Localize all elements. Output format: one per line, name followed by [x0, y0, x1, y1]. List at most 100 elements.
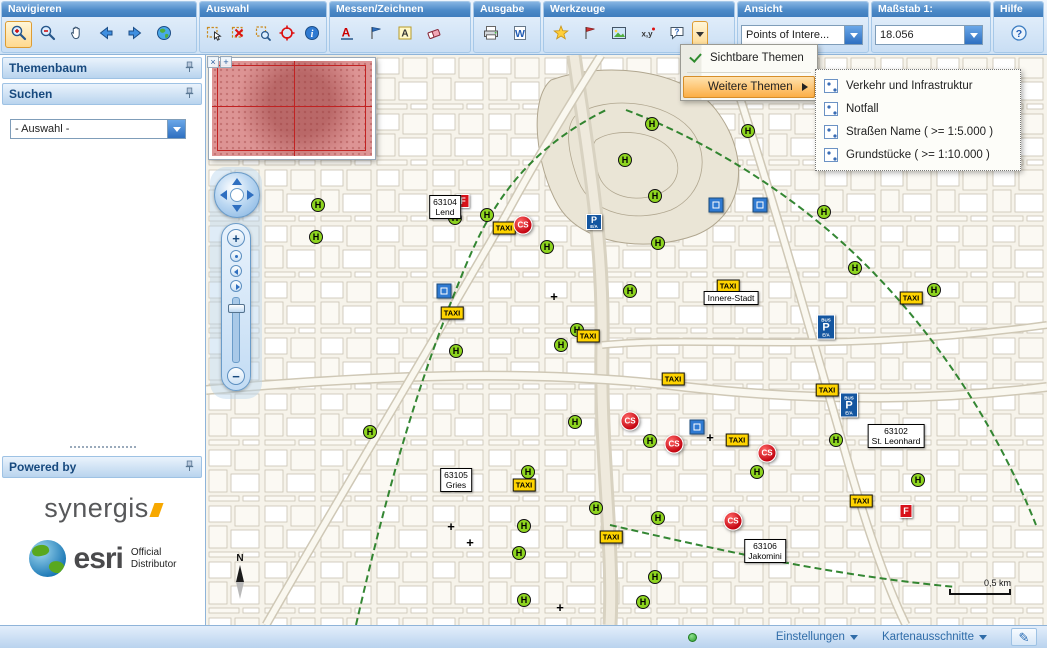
submenu-item-strassen-name[interactable]: Straßen Name ( >= 1:5.000 )	[818, 120, 1018, 143]
overview-extent-box[interactable]	[217, 65, 366, 151]
sidebar-resize-grip[interactable]	[70, 446, 136, 448]
map-marker-taxi[interactable]: TAXI	[493, 222, 516, 235]
edit-redlining-button[interactable]: ✎	[1011, 628, 1037, 646]
map-marker-label[interactable]: 63106Jakomini	[744, 539, 786, 563]
map-marker-h[interactable]: H	[648, 189, 662, 203]
pan-control[interactable]	[214, 172, 260, 218]
dropdown-arrow-icon[interactable]	[167, 120, 185, 138]
map-marker-h[interactable]: H	[741, 124, 755, 138]
sidebar-panel-suchen[interactable]: Suchen	[2, 83, 202, 105]
pin-icon[interactable]	[184, 460, 195, 475]
help-button[interactable]: ?	[1005, 21, 1032, 48]
map-marker-h[interactable]: H	[817, 205, 831, 219]
zoom-dot-button[interactable]	[230, 250, 242, 262]
submenu-item-notfall[interactable]: Notfall	[818, 97, 1018, 120]
map-marker-sq[interactable]	[690, 420, 705, 435]
pan-north-icon[interactable]	[232, 178, 242, 185]
map-marker-h[interactable]: H	[643, 434, 657, 448]
pan-south-icon[interactable]	[232, 205, 242, 212]
zoom-out-button[interactable]	[34, 21, 61, 48]
map-marker-cs[interactable]: CS	[621, 412, 640, 431]
info-button[interactable]: i	[301, 21, 323, 48]
map-marker-h[interactable]: H	[589, 501, 603, 515]
zoom-in-control-button[interactable]: +	[227, 229, 245, 247]
map-marker-sq[interactable]	[753, 198, 768, 213]
submenu-item-verkehr[interactable]: Verkehr und Infrastruktur	[818, 74, 1018, 97]
map-marker-h[interactable]: H	[623, 284, 637, 298]
map-marker-taxi[interactable]: TAXI	[900, 292, 923, 305]
map-marker-h[interactable]: H	[363, 425, 377, 439]
menu-item-sichtbare-themen[interactable]: Sichtbare Themen	[683, 47, 815, 69]
map-marker-h[interactable]: H	[829, 433, 843, 447]
zoom-slider-handle[interactable]	[228, 304, 245, 313]
poi-select[interactable]: Points of Intere...	[741, 25, 863, 45]
zoom-out-control-button[interactable]: −	[227, 367, 245, 385]
map-marker-taxi[interactable]: TAXI	[726, 434, 749, 447]
map-marker-cross[interactable]: +	[550, 292, 558, 302]
map-marker-pbus[interactable]: BUSPE/A	[840, 393, 858, 418]
image-button[interactable]	[605, 21, 632, 48]
map-marker-h[interactable]: H	[521, 465, 535, 479]
map-marker-h[interactable]: H	[911, 473, 925, 487]
clear-selection-button[interactable]	[227, 21, 249, 48]
redline-flag-button[interactable]	[576, 21, 603, 48]
map-marker-h[interactable]: H	[568, 415, 582, 429]
map-marker-h[interactable]: H	[517, 593, 531, 607]
map-marker-cs[interactable]: CS	[514, 216, 533, 235]
map-marker-h[interactable]: H	[848, 261, 862, 275]
map-marker-label[interactable]: Innere-Stadt	[704, 291, 759, 305]
pin-icon[interactable]	[184, 87, 195, 102]
map-marker-p[interactable]: PE/A	[586, 214, 602, 230]
map-extents-menu[interactable]: Kartenausschnitte	[882, 630, 987, 644]
measure-label-button[interactable]: A	[333, 21, 360, 48]
map-marker-label[interactable]: 63104Lend	[429, 195, 461, 219]
dropdown-arrow-icon[interactable]	[964, 26, 982, 44]
map-marker-h[interactable]: H	[636, 595, 650, 609]
map-marker-h[interactable]: H	[651, 511, 665, 525]
map-marker-h[interactable]: H	[512, 546, 526, 560]
poi-select-value[interactable]: Points of Intere...	[742, 29, 844, 41]
scale-value[interactable]: 18.056	[876, 29, 964, 41]
zoom-back-button[interactable]	[230, 265, 242, 277]
settings-menu[interactable]: Einstellungen	[776, 630, 858, 644]
map-marker-taxi[interactable]: TAXI	[441, 307, 464, 320]
word-export-button[interactable]: W	[506, 21, 533, 48]
overview-move-button[interactable]: +	[220, 56, 232, 68]
map-marker-h[interactable]: H	[645, 117, 659, 131]
full-extent-button[interactable]	[150, 21, 177, 48]
dropdown-arrow-icon[interactable]	[844, 26, 862, 44]
map-marker-h[interactable]: H	[750, 465, 764, 479]
map-marker-cross[interactable]: +	[466, 538, 474, 548]
map-marker-h[interactable]: H	[517, 519, 531, 533]
map-marker-h[interactable]: H	[311, 198, 325, 212]
zoom-in-button[interactable]	[5, 21, 32, 48]
select-button[interactable]	[203, 21, 225, 48]
zoom-forward-button[interactable]	[230, 280, 242, 292]
pan-center-button[interactable]	[230, 188, 244, 202]
map-marker-h[interactable]: H	[309, 230, 323, 244]
refresh-indicator[interactable]	[688, 633, 697, 642]
map-marker-label[interactable]: 63105Gries	[440, 468, 472, 492]
pin-icon[interactable]	[184, 61, 195, 76]
map-marker-label[interactable]: 63102St. Leonhard	[868, 424, 925, 448]
map-marker-pbus[interactable]: BUSPE/A	[817, 315, 835, 340]
pan-west-icon[interactable]	[220, 190, 227, 200]
map-marker-cs[interactable]: CS	[665, 435, 684, 454]
map-marker-h[interactable]: H	[449, 344, 463, 358]
favorites-button[interactable]	[547, 21, 574, 48]
zoom-slider[interactable]	[232, 297, 240, 363]
map-marker-h[interactable]: H	[480, 208, 494, 222]
map-marker-cross[interactable]: +	[706, 433, 714, 443]
map-marker-taxi[interactable]: TAXI	[600, 531, 623, 544]
map-marker-cs[interactable]: CS	[724, 512, 743, 531]
overview-close-button[interactable]: ×	[207, 56, 219, 68]
map-marker-h[interactable]: H	[618, 153, 632, 167]
map-marker-taxi[interactable]: TAXI	[513, 479, 536, 492]
pan-east-icon[interactable]	[247, 190, 254, 200]
eraser-button[interactable]	[420, 21, 447, 48]
sidebar-panel-powered-by[interactable]: Powered by	[2, 456, 202, 478]
zoom-to-selection-button[interactable]	[252, 21, 274, 48]
map-marker-h[interactable]: H	[648, 570, 662, 584]
map-marker-taxi[interactable]: TAXI	[577, 330, 600, 343]
map-marker-sq[interactable]	[709, 198, 724, 213]
